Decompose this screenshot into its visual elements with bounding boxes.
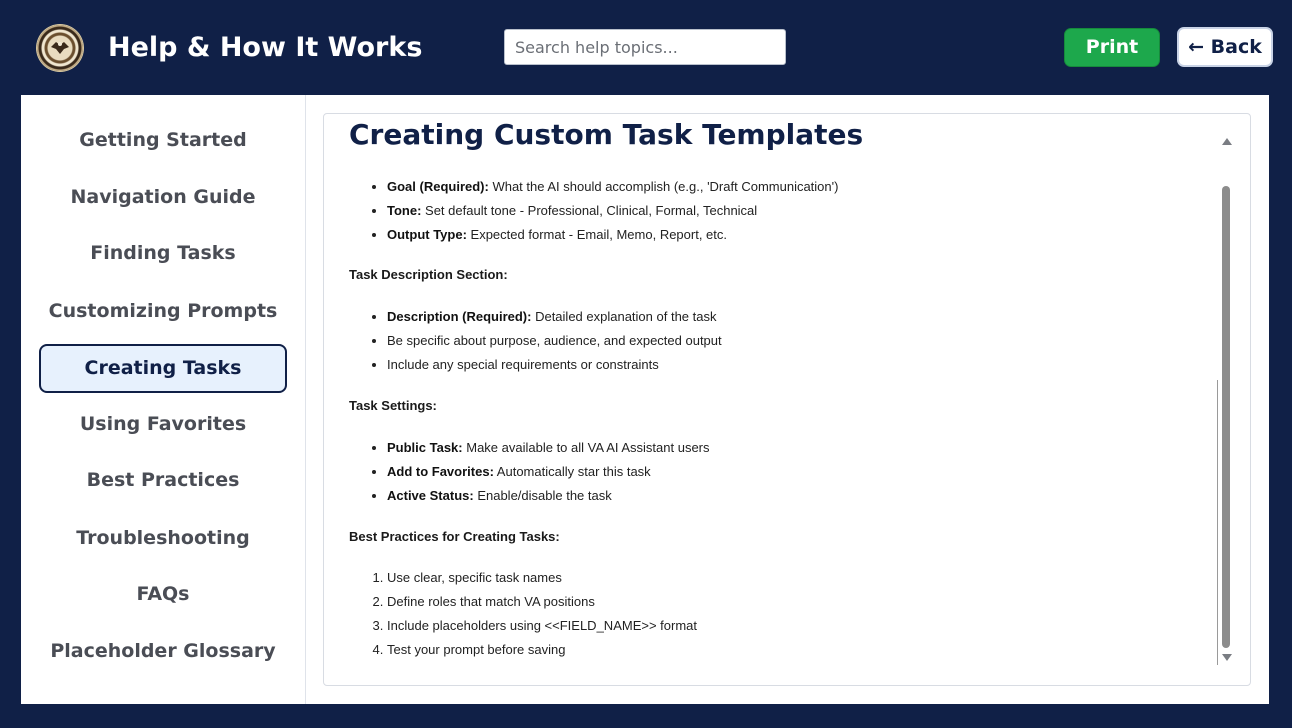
list-item: Public Task: Make available to all VA AI…: [387, 438, 710, 462]
list-item: Goal (Required): What the AI should acco…: [387, 177, 838, 201]
list-item: Include placeholders using <<FIELD_NAME>…: [387, 616, 697, 640]
task-fields-list: Goal (Required): What the AI should acco…: [349, 177, 838, 249]
list-item: Use clear, specific task names: [387, 568, 697, 592]
sidebar-item-using-favorites[interactable]: Using Favorites: [39, 401, 287, 450]
sidebar-item-creating-tasks[interactable]: Creating Tasks: [39, 344, 287, 393]
list-item: Add to Favorites: Automatically star thi…: [387, 462, 710, 486]
va-seal-logo: [37, 25, 83, 71]
sidebar-item-placeholder-glossary[interactable]: Placeholder Glossary: [39, 628, 287, 677]
scroll-down-arrow-icon[interactable]: [1222, 654, 1232, 661]
list-item: Define roles that match VA positions: [387, 592, 697, 616]
section-title-best-practices: Best Practices for Creating Tasks:: [349, 529, 560, 544]
scrollbar-thumb[interactable]: [1222, 186, 1230, 648]
section-title-task-description: Task Description Section:: [349, 267, 508, 282]
scroll-up-arrow-icon[interactable]: [1222, 138, 1232, 145]
content-area: Creating Custom Task Templates Goal (Req…: [306, 95, 1269, 704]
search-input[interactable]: [504, 29, 786, 65]
list-item: Output Type: Expected format - Email, Me…: [387, 225, 838, 249]
list-item-term: Output Type:: [387, 227, 467, 242]
list-item-term: Goal (Required):: [387, 179, 489, 194]
list-item-term: Description (Required):: [387, 309, 532, 324]
list-item: Test your prompt before saving: [387, 640, 697, 664]
task-description-list: Description (Required): Detailed explana…: [349, 307, 722, 379]
sidebar-item-troubleshooting[interactable]: Troubleshooting: [39, 515, 287, 564]
list-item-term: Public Task:: [387, 440, 463, 455]
help-app: Help & How It Works Print ← Back Getting…: [0, 0, 1292, 728]
back-button[interactable]: ← Back: [1177, 27, 1273, 67]
list-item-text: Include any special requirements or cons…: [387, 357, 659, 372]
list-item-text: Make available to all VA AI Assistant us…: [462, 440, 710, 455]
sidebar-item-navigation-guide[interactable]: Navigation Guide: [39, 174, 287, 223]
best-practices-list: Use clear, specific task names Define ro…: [349, 568, 697, 664]
header-bar: Help & How It Works Print ← Back: [0, 0, 1292, 95]
section-title-task-settings: Task Settings:: [349, 398, 437, 413]
list-item: Description (Required): Detailed explana…: [387, 307, 722, 331]
article-heading: Creating Custom Task Templates: [349, 118, 864, 151]
vertical-scrollbar[interactable]: [1212, 114, 1242, 685]
list-item: Tone: Set default tone - Professional, C…: [387, 201, 838, 225]
list-item-text: Automatically star this task: [493, 464, 651, 479]
list-item-text: Enable/disable the task: [473, 488, 612, 503]
sidebar-item-getting-started[interactable]: Getting Started: [39, 117, 287, 166]
sidebar-item-best-practices[interactable]: Best Practices: [39, 457, 287, 506]
task-settings-list: Public Task: Make available to all VA AI…: [349, 438, 710, 510]
list-item: Include any special requirements or cons…: [387, 355, 722, 379]
list-item-term: Add to Favorites:: [387, 464, 494, 479]
help-article-panel: Creating Custom Task Templates Goal (Req…: [323, 113, 1251, 686]
list-item-text: Detailed explanation of the task: [531, 309, 717, 324]
list-item: Be specific about purpose, audience, and…: [387, 331, 722, 355]
scroll-track-line: [1217, 380, 1218, 665]
list-item-text: Be specific about purpose, audience, and…: [387, 333, 722, 348]
sidebar-item-faqs[interactable]: FAQs: [39, 571, 287, 620]
print-button[interactable]: Print: [1064, 28, 1160, 67]
page-title: Help & How It Works: [108, 32, 423, 63]
list-item-text: Expected format - Email, Memo, Report, e…: [466, 227, 728, 242]
list-item: Active Status: Enable/disable the task: [387, 486, 710, 510]
sidebar-item-finding-tasks[interactable]: Finding Tasks: [39, 230, 287, 279]
sidebar-item-customizing-prompts[interactable]: Customizing Prompts: [39, 288, 287, 337]
list-item-term: Active Status:: [387, 488, 474, 503]
list-item-text: What the AI should accomplish (e.g., 'Dr…: [488, 179, 839, 194]
list-item-term: Tone:: [387, 203, 422, 218]
article-scroll-region[interactable]: Creating Custom Task Templates Goal (Req…: [349, 114, 1209, 685]
help-sidebar: Getting Started Navigation Guide Finding…: [21, 95, 306, 704]
list-item-text: Set default tone - Professional, Clinica…: [421, 203, 758, 218]
